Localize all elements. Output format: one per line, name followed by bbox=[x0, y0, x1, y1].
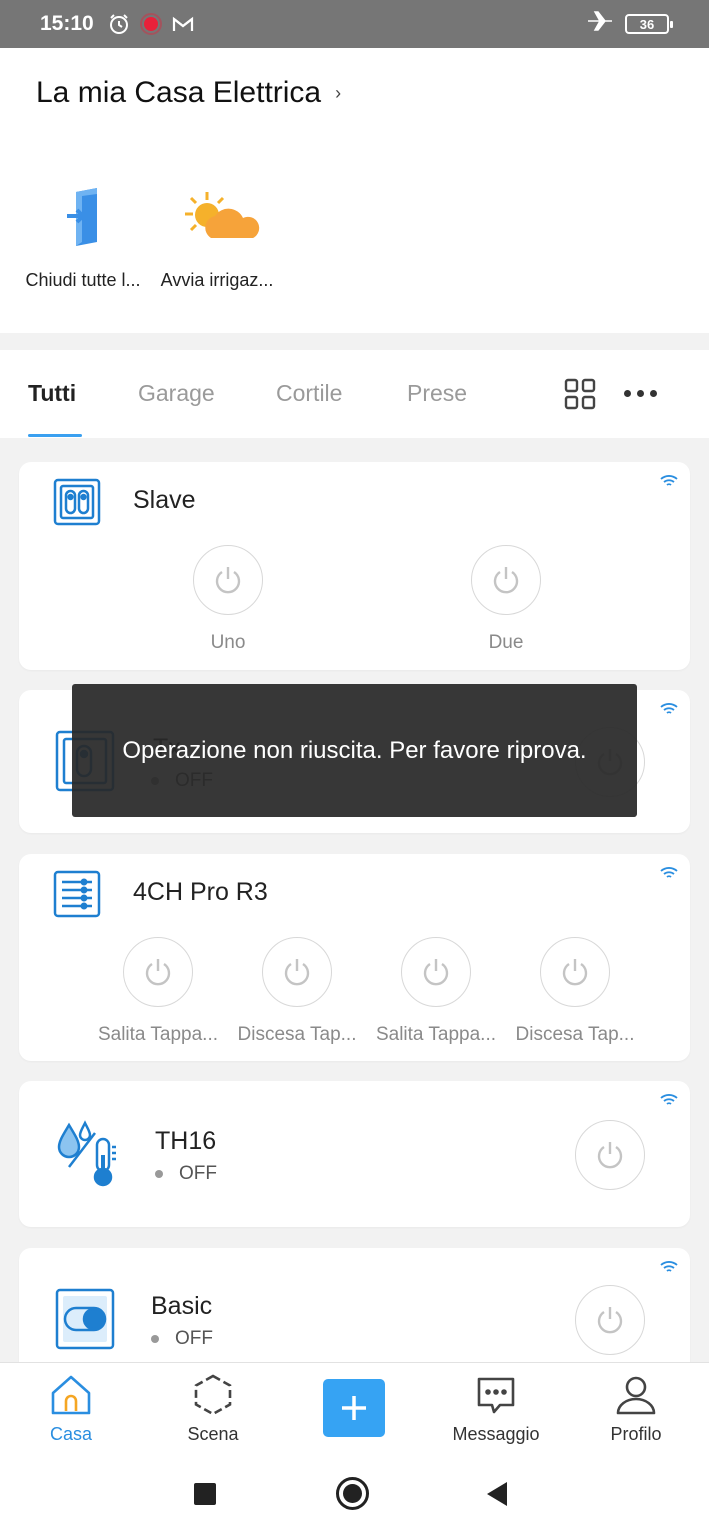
channel-label: Discesa Tap... bbox=[237, 1024, 357, 1045]
channel-label: Salita Tappa... bbox=[375, 1024, 497, 1045]
toast-message: Operazione non riuscita. Per favore ripr… bbox=[122, 736, 587, 764]
power-icon bbox=[284, 959, 310, 986]
power-icon bbox=[423, 959, 449, 986]
power-button-ch2[interactable] bbox=[262, 937, 332, 1007]
wifi-icon bbox=[660, 1093, 678, 1112]
scene-label: Avvia irrigaz... bbox=[160, 270, 274, 290]
power-button-ch1[interactable] bbox=[123, 937, 193, 1007]
power-icon bbox=[562, 959, 588, 986]
wifi-icon bbox=[660, 474, 678, 493]
channel-label: Uno bbox=[210, 632, 246, 653]
device-name: 4CH Pro R3 bbox=[133, 878, 268, 906]
scene-label: Chiudi tutte l... bbox=[25, 270, 141, 290]
status-bar: 15:10 36 bbox=[0, 0, 709, 48]
wifi-icon bbox=[660, 702, 678, 721]
active-tab-indicator bbox=[28, 434, 82, 437]
nav-casa[interactable]: Casa bbox=[16, 1373, 126, 1445]
four-channel-icon bbox=[53, 870, 101, 923]
dual-switch-icon bbox=[53, 478, 101, 531]
nav-label: Scena bbox=[187, 1424, 239, 1444]
tab-tutti[interactable]: Tutti bbox=[28, 380, 76, 407]
power-button[interactable] bbox=[575, 1120, 645, 1190]
device-name: TH16 bbox=[155, 1127, 217, 1155]
power-icon bbox=[493, 567, 519, 594]
nav-messaggio[interactable]: Messaggio bbox=[441, 1373, 551, 1445]
recording-dot-icon bbox=[139, 13, 162, 35]
power-icon bbox=[145, 959, 171, 986]
tab-garage[interactable]: Garage bbox=[138, 380, 215, 407]
system-navigation-bar bbox=[0, 1452, 709, 1536]
more-options-icon[interactable] bbox=[624, 390, 657, 397]
temperature-humidity-icon bbox=[55, 1119, 121, 1194]
profile-icon bbox=[616, 1376, 656, 1415]
bottom-navigation: Casa Scena Messaggio Profilo bbox=[0, 1362, 709, 1452]
tab-prese[interactable]: Prese bbox=[407, 380, 467, 407]
status-time: 15:10 bbox=[40, 12, 94, 35]
scene-close-all[interactable]: Chiudi tutte l... bbox=[18, 186, 148, 291]
channel-label: Salita Tappa... bbox=[97, 1024, 219, 1045]
home-header: La mia Casa Elettrica › Chiudi tutte l..… bbox=[0, 48, 709, 333]
device-state: OFF bbox=[151, 1328, 213, 1350]
nav-profilo[interactable]: Profilo bbox=[581, 1373, 691, 1445]
grid-view-icon[interactable] bbox=[563, 377, 597, 416]
device-card-4ch-pro-r3[interactable]: 4CH Pro R3 Salita Tappa... Discesa Tap..… bbox=[19, 854, 690, 1061]
door-enter-icon bbox=[43, 186, 123, 250]
sun-cloud-icon bbox=[177, 186, 260, 250]
add-device-button[interactable] bbox=[323, 1379, 385, 1437]
power-button-uno[interactable] bbox=[193, 545, 263, 615]
nav-label: Messaggio bbox=[452, 1424, 540, 1444]
toggle-switch-icon bbox=[55, 1288, 115, 1355]
home-title: La mia Casa Elettrica bbox=[36, 76, 322, 109]
room-tabs: Tutti Garage Cortile Prese bbox=[0, 350, 709, 438]
home-button-icon[interactable] bbox=[336, 1477, 369, 1510]
power-icon bbox=[215, 567, 241, 594]
wifi-icon bbox=[660, 866, 678, 885]
message-icon bbox=[477, 1377, 515, 1414]
nav-label: Casa bbox=[49, 1424, 93, 1444]
device-name: Basic bbox=[151, 1292, 213, 1320]
device-state: OFF bbox=[155, 1163, 217, 1185]
device-name: Slave bbox=[133, 486, 196, 514]
channel-label: Due bbox=[488, 632, 524, 653]
channel-label: Discesa Tap... bbox=[515, 1024, 635, 1045]
scene-hexagon-icon bbox=[194, 1374, 232, 1416]
battery-level: 36 bbox=[639, 16, 655, 32]
recents-icon[interactable] bbox=[194, 1483, 216, 1505]
device-card-slave[interactable]: Slave Uno Due bbox=[19, 462, 690, 670]
tab-cortile[interactable]: Cortile bbox=[276, 380, 342, 407]
power-icon bbox=[597, 1307, 623, 1334]
airplane-mode-icon bbox=[587, 10, 613, 38]
nav-scena[interactable]: Scena bbox=[158, 1373, 268, 1445]
scene-start-irrigation[interactable]: Avvia irrigaz... bbox=[152, 186, 282, 291]
nav-label: Profilo bbox=[610, 1424, 662, 1444]
device-card-th16[interactable]: TH16 OFF bbox=[19, 1081, 690, 1227]
power-button-due[interactable] bbox=[471, 545, 541, 615]
power-button-ch3[interactable] bbox=[401, 937, 471, 1007]
chevron-right-icon: › bbox=[335, 82, 342, 103]
home-selector[interactable]: La mia Casa Elettrica › bbox=[36, 76, 341, 110]
home-icon bbox=[51, 1375, 91, 1415]
gmail-icon bbox=[172, 13, 194, 35]
back-icon[interactable] bbox=[487, 1482, 507, 1506]
wifi-icon bbox=[660, 1260, 678, 1279]
battery-icon: 36 bbox=[625, 14, 673, 34]
power-icon bbox=[597, 1142, 623, 1169]
power-button[interactable] bbox=[575, 1285, 645, 1355]
error-toast: Operazione non riuscita. Per favore ripr… bbox=[72, 684, 637, 817]
power-button-ch4[interactable] bbox=[540, 937, 610, 1007]
plus-icon bbox=[342, 1396, 366, 1420]
alarm-clock-icon bbox=[108, 13, 130, 35]
